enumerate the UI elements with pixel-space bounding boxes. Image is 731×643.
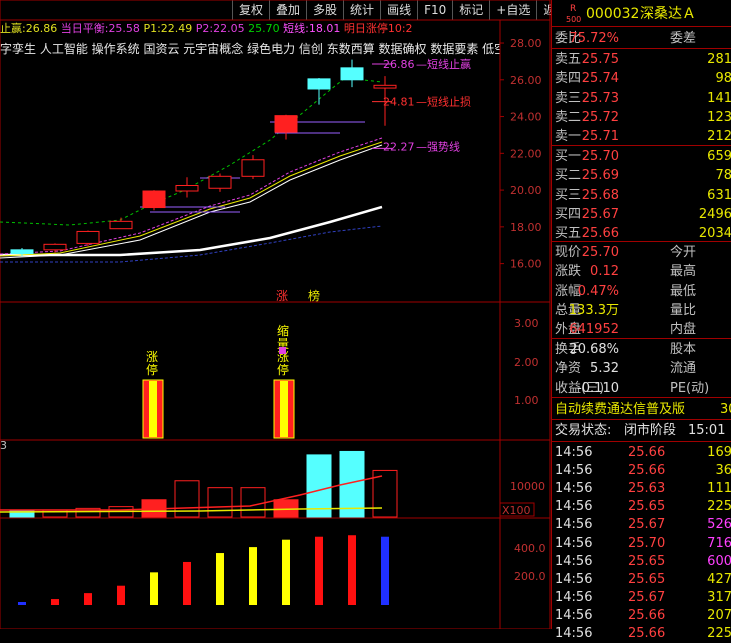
- orderbook-row: 卖二 25.72 123: [555, 109, 731, 125]
- histogram-bar: [381, 536, 389, 605]
- price-axis-label: 26.00: [510, 74, 542, 87]
- volume-bar: [240, 487, 266, 518]
- histogram-bar: [216, 553, 224, 605]
- limit-up-label: 缩: [277, 323, 289, 338]
- tick-row: 14:56 25.66 36: [555, 463, 731, 479]
- orderbook-row: 买三 25.68 631: [555, 187, 731, 203]
- candle-body: [340, 67, 364, 81]
- limit-up-label: 停: [277, 362, 289, 377]
- limit-up-label: 涨: [146, 349, 158, 364]
- quote-row: 涨幅 0.47% 最低: [555, 283, 697, 299]
- tick-row: 14:56 25.65 427: [555, 571, 731, 587]
- strong-label: —强势线: [416, 139, 460, 153]
- orderbook-row: 卖三 25.73 141: [555, 90, 731, 106]
- volume-bar: [207, 487, 233, 518]
- tick-row: 14:56 25.66 207: [555, 607, 731, 623]
- price-axis-label: 16.00: [510, 258, 542, 271]
- stock-header: R 500 000032 深桑达Ａ: [552, 2, 731, 26]
- quote-row: 总量 133.3万 量比: [555, 302, 697, 318]
- orderbook-row: 买一 25.70 659: [555, 149, 731, 164]
- histogram-bar: [51, 599, 59, 605]
- tick-row: 14:56 25.63 111: [555, 481, 731, 497]
- candle-body: [274, 115, 298, 133]
- tick-row: 14:56 25.67 526: [555, 517, 731, 533]
- stop_loss-label: —短线止损: [416, 95, 471, 109]
- price-axis-label: 22.00: [510, 147, 542, 160]
- bar-axis-label: 200.0: [514, 570, 546, 583]
- vol-unit: X100: [502, 504, 531, 517]
- panel-number: 3: [0, 439, 7, 452]
- tick-row: 14:56 25.66 225: [555, 626, 731, 641]
- candle-body: [307, 78, 331, 90]
- mid-axis-label: 1.00: [514, 394, 539, 407]
- candle-body: [208, 175, 232, 189]
- quote-row: 涨跌 0.12 最高: [555, 264, 697, 280]
- promo-row[interactable]: 自动续费通达信普及版 30: [552, 400, 731, 419]
- candle-body: [175, 184, 199, 192]
- candle-body: [109, 220, 133, 230]
- orderbook-row: 买四 25.67 2496: [555, 206, 731, 222]
- orderbook-row: 卖一 25.71 212: [555, 129, 731, 145]
- price-axis-label: 24.00: [510, 111, 542, 124]
- kline-chart[interactable]: 28.00 26.00 24.00 22.00 20.00 18.00 16.00 3.00 2…: [0, 0, 551, 629]
- stop_profit-label: —短线止赢: [416, 57, 471, 71]
- orderbook-row: 卖五 25.75 281: [555, 52, 731, 67]
- weibi-value: 75.72%: [569, 31, 619, 46]
- tick-row: 14:56 25.65 225: [555, 499, 731, 515]
- histogram-bar: [18, 602, 26, 605]
- zhang-marker: 涨: [276, 288, 288, 303]
- quote-row: 收益(三) -0.110 PE(动): [555, 380, 710, 396]
- price-axis-label: 20.00: [510, 184, 542, 197]
- vol-axis-label: 10000: [510, 480, 545, 493]
- ma-yellow: [0, 141, 383, 257]
- quote-row: 外盘 641952 内盘: [555, 322, 697, 338]
- orderbook-row: 买二 25.69 78: [555, 168, 731, 184]
- trade-status: 交易状态: 闭市阶段 15:01: [555, 423, 726, 438]
- price-axis-label: 18.00: [510, 221, 542, 234]
- histogram-bar: [183, 561, 191, 605]
- tick-row: 14:56 25.67 317: [555, 589, 731, 605]
- tick-row: 14:56 25.70 716: [555, 535, 731, 551]
- strong-value: 22.27: [383, 140, 415, 153]
- histogram-bar: [84, 593, 92, 605]
- quote-row: 现价 25.70 今开: [555, 245, 697, 260]
- candle-body: [142, 190, 166, 209]
- quote-row: 换手 20.68% 股本: [555, 342, 697, 357]
- candle-body: [10, 249, 34, 255]
- stop_loss-value: 24.81: [383, 96, 415, 109]
- stock-code: 000032: [586, 6, 640, 22]
- limit-up-label: 停: [146, 362, 158, 377]
- candle-body: [43, 243, 67, 251]
- quote-panel: R 500 000032 深桑达Ａ 委比 75.72% 委差 卖五 25.75 28…: [551, 0, 731, 641]
- candle-body: [241, 159, 265, 177]
- tick-row: 14:56 25.65 600: [555, 553, 731, 569]
- histogram-bar: [150, 572, 158, 605]
- bang-marker: 榜: [308, 288, 320, 303]
- quote-row: 净资 5.32 流通: [555, 361, 697, 377]
- candle-body: [373, 84, 397, 89]
- stop_profit-value: 26.86: [383, 58, 415, 71]
- histogram-bar: [117, 585, 125, 605]
- volume-bar: [306, 454, 332, 518]
- ma-magenta: [0, 137, 383, 255]
- price-axis-label: 28.00: [510, 37, 542, 50]
- histogram-bar: [249, 547, 257, 605]
- ma-green-dotted: [0, 77, 383, 226]
- orderbook-row: 卖四 25.74 98: [555, 71, 731, 87]
- mid-axis-label: 3.00: [514, 317, 539, 330]
- tick-row: 14:56 25.66 169: [555, 445, 731, 460]
- candle-body: [76, 230, 100, 244]
- weibi-row: 委比 75.72% 委差: [555, 31, 697, 46]
- histogram-bar: [282, 539, 290, 605]
- mid-axis-label: 2.00: [514, 356, 539, 369]
- stock-name: 深桑达Ａ: [640, 6, 696, 22]
- bar-axis-label: 400.0: [514, 542, 546, 555]
- histogram-bar: [348, 535, 356, 605]
- histogram-bar: [315, 536, 323, 605]
